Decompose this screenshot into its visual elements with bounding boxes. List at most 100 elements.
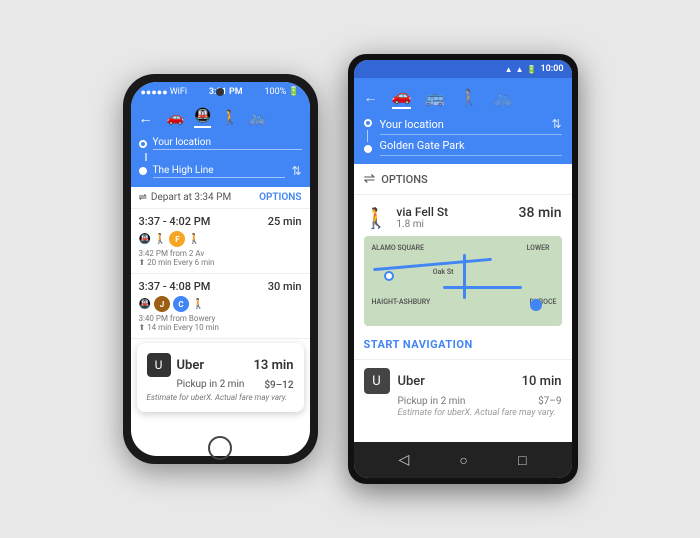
android-back-button[interactable]: ← bbox=[364, 89, 378, 106]
walk-mode-icon[interactable]: 🚶 bbox=[221, 110, 238, 126]
origin-row: Your location bbox=[139, 134, 302, 153]
route1-icons: 🚇 🚶 F 🚶 bbox=[139, 231, 302, 247]
filter-icon: ⇌ bbox=[139, 192, 147, 203]
android-destination-field[interactable]: Golden Gate Park bbox=[380, 139, 465, 152]
origin-dot bbox=[139, 140, 147, 148]
android-uber-estimate: Estimate for uberX. Actual fare may vary… bbox=[364, 408, 562, 418]
android-origin-field[interactable]: Your location bbox=[380, 118, 444, 131]
iphone-device: ●●●●● WiFi 3:31 PM 100% 🔋 ← 🚗 🚇 🚶 🚲 bbox=[123, 74, 318, 464]
uber-left: U Uber bbox=[364, 368, 425, 394]
android-uber-name: Uber bbox=[398, 374, 425, 389]
destination-field[interactable]: The High Line bbox=[153, 165, 286, 178]
android-uber-price: $7–9 bbox=[538, 396, 561, 407]
start-navigation-button[interactable]: START NAVIGATION bbox=[354, 334, 572, 359]
android-car-icon[interactable]: 🚗 bbox=[392, 86, 412, 109]
depart-bar: ⇌ Depart at 3:34 PM OPTIONS bbox=[131, 187, 310, 209]
transit-icon2: 🚇 bbox=[139, 299, 151, 310]
android-location-section: Your location ⇅ Golden Gate Park bbox=[364, 117, 562, 156]
battery-status: 100% 🔋 bbox=[264, 87, 299, 97]
android-walk-icon[interactable]: 🚶 bbox=[459, 88, 479, 107]
android-signal-icon: ▲ bbox=[516, 65, 524, 74]
android-device: ▲ ▲ 🔋 10:00 ← 🚗 🚌 🚶 🚲 bbox=[348, 54, 578, 484]
uber-time-label: 13 min bbox=[253, 358, 293, 373]
android-battery-icon: 🔋 bbox=[527, 65, 537, 74]
map-label-oak: Oak St bbox=[433, 268, 454, 276]
uber-estimate-label: Estimate for uberX. Actual fare may vary… bbox=[147, 393, 294, 402]
route-left: 🚶 via Fell St 1.8 mi bbox=[364, 205, 449, 230]
android-route-row[interactable]: 🚶 via Fell St 1.8 mi 38 min bbox=[354, 195, 572, 236]
transit-mode-icon[interactable]: 🚇 bbox=[194, 108, 211, 128]
android-recent-nav[interactable]: □ bbox=[518, 452, 526, 469]
android-options-bar: ⇌ OPTIONS bbox=[354, 164, 572, 195]
uber-price-label: $9–12 bbox=[264, 380, 293, 391]
j-train-badge: J bbox=[154, 296, 170, 312]
android-status-icons: ▲ ▲ 🔋 bbox=[505, 65, 537, 74]
back-button[interactable]: ← bbox=[139, 110, 153, 127]
car-mode-icon[interactable]: 🚗 bbox=[167, 110, 184, 126]
location-dots bbox=[364, 117, 372, 156]
home-button[interactable] bbox=[208, 436, 232, 460]
iphone-time: 3:31 PM bbox=[209, 87, 243, 97]
iphone-nav-header: ← 🚗 🚇 🚶 🚲 Your location The High Line ⇅ bbox=[131, 102, 310, 187]
map-end-marker bbox=[530, 299, 542, 311]
route1-detail2: ⬆ 20 min Every 6 min bbox=[139, 258, 302, 267]
android-wifi-icon: ▲ bbox=[505, 65, 513, 74]
uber-card[interactable]: U Uber 13 min Pickup in 2 min $9–12 Esti… bbox=[137, 343, 304, 412]
uber-top-row: U Uber 10 min bbox=[364, 368, 562, 394]
destination-dot bbox=[139, 167, 147, 175]
route1-duration: 25 min bbox=[268, 215, 302, 228]
android-back-nav[interactable]: ◁ bbox=[399, 452, 410, 468]
transport-modes: ← 🚗 🚇 🚶 🚲 bbox=[139, 108, 302, 128]
walk-icon3: 🚶 bbox=[192, 299, 204, 310]
uber-icon: U bbox=[364, 368, 390, 394]
android-walk-mode-icon: 🚶 bbox=[364, 206, 389, 230]
route-via-label: via Fell St bbox=[396, 205, 448, 219]
c-train-badge: C bbox=[173, 296, 189, 312]
android-transit-icon[interactable]: 🚌 bbox=[425, 88, 445, 107]
bike-mode-icon[interactable]: 🚲 bbox=[249, 110, 266, 126]
swap-button[interactable]: ⇅ bbox=[291, 164, 301, 178]
android-swap-button[interactable]: ⇅ bbox=[551, 117, 561, 131]
android-nav-header: ← 🚗 🚌 🚶 🚲 Your location ⇅ bbox=[354, 78, 572, 164]
origin-dot bbox=[364, 119, 372, 127]
route2-detail2: ⬆ 14 min Every 10 min bbox=[139, 323, 302, 332]
uber-sub-row: Pickup in 2 min $7–9 bbox=[364, 396, 562, 407]
destination-row: The High Line ⇅ bbox=[139, 161, 302, 181]
android-uber-time: 10 min bbox=[522, 374, 562, 389]
android-origin-row: Your location ⇅ bbox=[380, 117, 562, 135]
uber-pickup-label: Pickup in 2 min bbox=[177, 379, 245, 390]
map-label-haight: HAIGHT-ASHBURY bbox=[372, 298, 431, 306]
depart-time-label[interactable]: Depart at 3:34 PM bbox=[151, 192, 231, 203]
map-start-marker bbox=[384, 271, 394, 281]
android-home-nav[interactable]: ○ bbox=[459, 452, 467, 469]
android-transport-modes: ← 🚗 🚌 🚶 🚲 bbox=[364, 86, 562, 109]
android-bottom-nav: ◁ ○ □ bbox=[354, 442, 572, 478]
walk-icon: 🚶 bbox=[154, 234, 166, 245]
map-label-lower: LOWER bbox=[527, 244, 550, 252]
wifi-icon: WiFi bbox=[170, 87, 187, 97]
route2-icons: 🚇 J C 🚶 bbox=[139, 296, 302, 312]
route2-detail1: 3:40 PM from Bowery bbox=[139, 314, 302, 323]
android-filter-icon: ⇌ bbox=[364, 171, 376, 187]
android-uber-card[interactable]: U Uber 10 min Pickup in 2 min $7–9 Estim… bbox=[354, 359, 572, 426]
android-destination-row: Golden Gate Park bbox=[380, 139, 562, 156]
options-button[interactable]: OPTIONS bbox=[259, 192, 301, 203]
route2-time: 3:37 - 4:08 PM bbox=[139, 280, 211, 293]
route1-time: 3:37 - 4:02 PM bbox=[139, 215, 211, 228]
route-line bbox=[367, 130, 368, 142]
map-preview[interactable]: ALAMO SQUARE LOWER HAIGHT-ASHBURY DUBOCE… bbox=[364, 236, 562, 326]
destination-dot bbox=[364, 145, 372, 153]
android-time: 10:00 bbox=[540, 64, 563, 74]
android-options-label[interactable]: OPTIONS bbox=[381, 173, 427, 186]
route-option-2[interactable]: 3:37 - 4:08 PM 30 min 🚇 J C 🚶 3:40 PM fr… bbox=[131, 274, 310, 339]
map-road-3 bbox=[443, 286, 522, 289]
walk-icon2: 🚶 bbox=[188, 234, 200, 245]
uber-name-label: Uber bbox=[177, 358, 205, 373]
android-bike-icon[interactable]: 🚲 bbox=[493, 88, 513, 107]
android-locations: Your location ⇅ Golden Gate Park bbox=[380, 117, 562, 156]
route-distance: 1.8 mi bbox=[396, 219, 448, 230]
origin-field[interactable]: Your location bbox=[153, 137, 302, 150]
route-option-1[interactable]: 3:37 - 4:02 PM 25 min 🚇 🚶 F 🚶 3:42 PM fr… bbox=[131, 209, 310, 274]
depart-info: ⇌ Depart at 3:34 PM bbox=[139, 192, 232, 203]
battery-icon: 🔋 bbox=[288, 87, 299, 97]
